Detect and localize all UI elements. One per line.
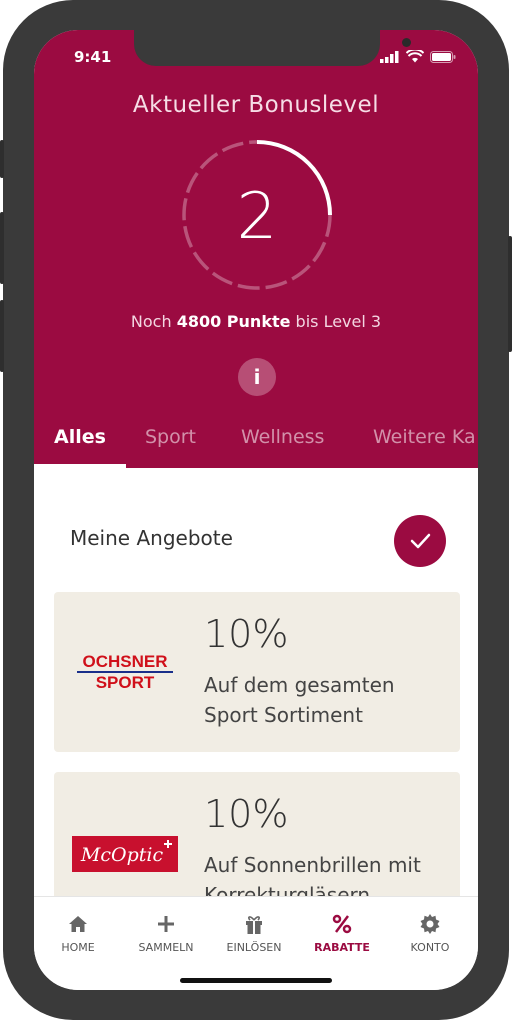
tabbar-label: EINLÖSEN [226, 941, 282, 954]
info-icon: i [253, 365, 261, 389]
gift-icon [246, 916, 262, 934]
power-button [508, 236, 512, 352]
bonus-level-title: Aktueller Bonuslevel [132, 92, 380, 118]
offer-description: Auf dem gesamten Sport Sortiment [204, 673, 395, 727]
tabbar-item-einloesen[interactable]: EINLÖSEN [210, 911, 298, 954]
tab-alles[interactable]: Alles [54, 426, 106, 448]
wifi-icon [406, 50, 424, 63]
tabbar-item-sammeln[interactable]: SAMMELN [122, 911, 210, 954]
side-button [0, 140, 4, 178]
plus-icon [158, 916, 174, 932]
home-indicator [180, 978, 332, 983]
offers-title: Meine Angebote [70, 526, 233, 550]
status-time: 9:41 [74, 48, 112, 66]
check-button[interactable] [394, 515, 446, 567]
logo-text-mcoptic: McOptic [80, 844, 164, 866]
points-remaining: Noch 4800 Punkte bis Level 3 [34, 312, 478, 331]
mcoptic-logo: McOptic [72, 836, 178, 872]
logo-text-sport: SPORT [96, 673, 155, 692]
hero-section: 9:41 Aktueller Bonuslevel 2 Noch 4800 Pu… [34, 30, 478, 468]
level-number: 2 [236, 180, 278, 254]
offer-percent: 10% [204, 792, 289, 836]
active-tab-indicator [34, 464, 126, 468]
tabbar-item-home[interactable]: HOME [34, 911, 122, 954]
volume-up-button [0, 212, 4, 284]
tabbar-label: SAMMELN [138, 941, 194, 954]
tab-sport[interactable]: Sport [145, 426, 196, 448]
info-button[interactable]: i [238, 358, 276, 396]
percent-icon [332, 914, 352, 934]
home-icon [69, 916, 87, 932]
tabbar-label: RABATTE [314, 941, 370, 954]
points-suffix: bis Level 3 [290, 312, 382, 331]
points-value: 4800 Punkte [176, 312, 291, 331]
offer-card[interactable]: OCHSNER SPORT 10% Auf dem gesamten Sport… [54, 592, 460, 752]
tab-wellness[interactable]: Wellness [241, 426, 324, 448]
logo-text-ochsner: OCHSNER [82, 652, 167, 671]
volume-down-button [0, 300, 4, 372]
tabbar-label: KONTO [410, 941, 450, 954]
tabbar-item-konto[interactable]: KONTO [386, 911, 474, 954]
battery-icon [430, 51, 456, 63]
bottom-tab-bar: HOME SAMMELN EINLÖSEN RABATTE KONTO [34, 896, 478, 990]
offer-percent: 10% [204, 612, 289, 656]
screen: 9:41 Aktueller Bonuslevel 2 Noch 4800 Pu… [34, 30, 478, 990]
tab-weitere-kategorien[interactable]: Weitere Ka [373, 426, 476, 448]
phone-device: 9:41 Aktueller Bonuslevel 2 Noch 4800 Pu… [0, 0, 512, 1022]
signal-icon [380, 51, 399, 63]
gear-icon [420, 914, 440, 934]
tabbar-item-rabatte[interactable]: RABATTE [298, 911, 386, 954]
notch [134, 30, 411, 66]
ochsner-sport-logo: OCHSNER SPORT [77, 652, 173, 692]
points-prefix: Noch [130, 312, 177, 331]
tabbar-label: HOME [61, 941, 95, 954]
checkmark-icon [410, 533, 431, 549]
category-tabs: Alles Sport Wellness Weitere Ka [34, 422, 478, 468]
status-icons [380, 50, 456, 63]
camera [402, 38, 411, 47]
